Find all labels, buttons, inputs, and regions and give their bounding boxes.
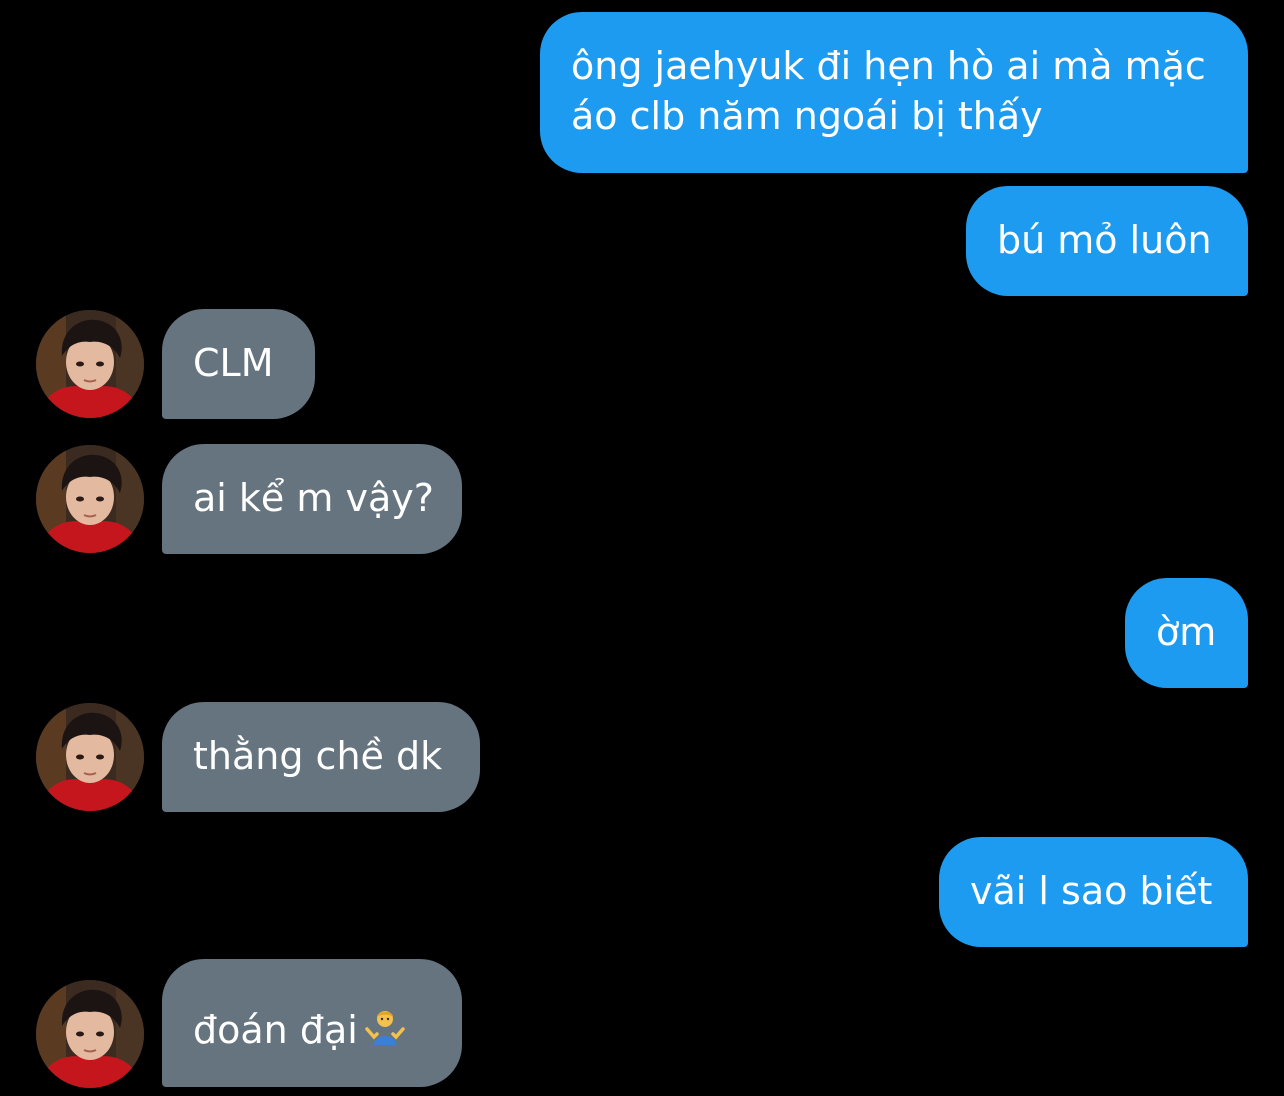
incoming-message-bubble[interactable]: ai kể m vậy?: [162, 444, 462, 554]
incoming-message-bubble[interactable]: đoán đại: [162, 959, 462, 1087]
incoming-message-bubble[interactable]: CLM: [162, 309, 315, 419]
message-text: vãi l sao biết: [970, 869, 1213, 913]
outgoing-message-bubble[interactable]: bú mỏ luôn: [966, 186, 1248, 296]
avatar-photo-icon: [36, 310, 144, 418]
person-shrugging-emoji-icon: [364, 1007, 406, 1061]
contact-avatar[interactable]: [36, 445, 144, 553]
avatar-photo-icon: [36, 445, 144, 553]
conversation-view: ông jaehyuk đi hẹn hò ai mà mặc áo clb n…: [0, 0, 1284, 1096]
message-text: ờm: [1156, 610, 1217, 654]
message-text-line: ông jaehyuk đi hẹn hò ai mà mặc: [571, 44, 1206, 88]
message-text-line: áo clb năm ngoái bị thấy: [571, 94, 1043, 138]
contact-avatar[interactable]: [36, 703, 144, 811]
message-text: ai kể m vậy?: [193, 476, 434, 520]
message-text: bú mỏ luôn: [997, 218, 1212, 262]
incoming-message-bubble[interactable]: thằng chề dk: [162, 702, 480, 812]
contact-avatar[interactable]: [36, 310, 144, 418]
avatar-photo-icon: [36, 703, 144, 811]
avatar-photo-icon: [36, 980, 144, 1088]
outgoing-message-bubble[interactable]: ờm: [1125, 578, 1248, 688]
outgoing-message-bubble[interactable]: vãi l sao biết: [939, 837, 1248, 947]
message-text: CLM: [193, 341, 274, 385]
message-text: đoán đại: [193, 1008, 358, 1052]
contact-avatar[interactable]: [36, 980, 144, 1088]
outgoing-message-bubble[interactable]: ông jaehyuk đi hẹn hò ai mà mặc áo clb n…: [540, 12, 1248, 173]
message-text: thằng chề dk: [193, 734, 443, 778]
